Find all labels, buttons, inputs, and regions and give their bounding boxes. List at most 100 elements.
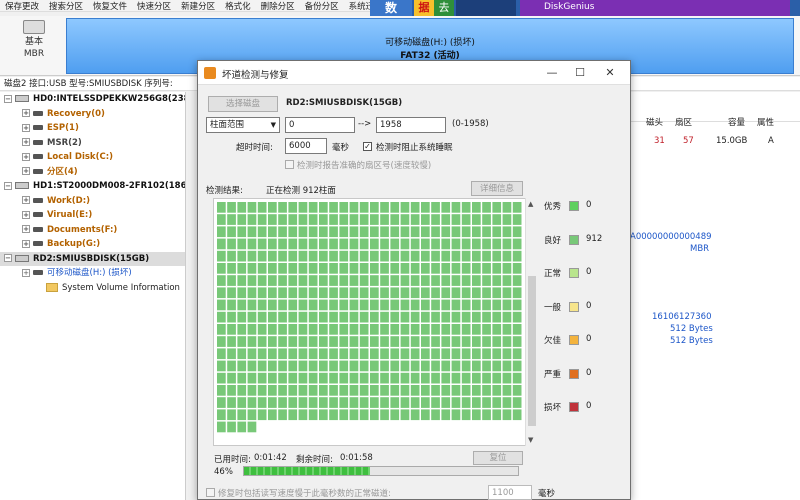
report-sector-label: 检测时报告准确的扇区号(速度较慢) <box>297 161 432 171</box>
scan-block <box>257 250 267 262</box>
scan-block <box>431 299 440 311</box>
minimize-button[interactable]: — <box>540 64 564 82</box>
reset-button[interactable]: 复位 <box>473 451 523 465</box>
expand-icon[interactable]: + <box>22 239 30 248</box>
scroll-up-icon[interactable]: ▲ <box>528 200 533 208</box>
disk-serial: A00000000000489 <box>630 232 712 242</box>
grid-scrollbar[interactable]: ▲ ▼ <box>525 198 537 446</box>
toolbar-item[interactable]: 格式化 <box>220 0 256 12</box>
tree-disk-node[interactable]: − HD1:ST2000DM008-2FR102(1863 <box>0 179 185 194</box>
tree-partition-node[interactable]: + Backup(G:) <box>0 237 185 252</box>
scan-block <box>512 299 522 311</box>
repair-slow-checkbox[interactable] <box>206 488 215 497</box>
scan-block <box>329 324 338 335</box>
tree-partition-node[interactable]: + Local Disk(C:) <box>0 150 185 165</box>
expand-icon[interactable]: + <box>22 210 30 219</box>
tree-partition-node[interactable]: + 可移动磁盘(H:) (损坏) <box>0 266 185 281</box>
toolbar-item[interactable]: 删除分区 <box>256 0 300 12</box>
col-attr: 属性 <box>757 118 775 128</box>
expand-icon[interactable]: + <box>22 109 30 117</box>
tree-partition-node[interactable]: + MSR(2) <box>0 136 185 151</box>
toolbar-item[interactable]: 快速分区 <box>132 0 176 12</box>
scan-block <box>370 275 379 286</box>
scan-block <box>329 214 338 225</box>
scan-block <box>257 409 267 421</box>
tree-partition-node[interactable]: + 分区(4) <box>0 165 185 180</box>
scan-block <box>217 348 226 360</box>
scan-block <box>329 372 338 384</box>
tree-partition-node[interactable]: System Volume Information <box>0 281 185 296</box>
tree-node-label: Local Disk(C:) <box>47 152 113 162</box>
legend-swatch <box>569 402 579 412</box>
details-button[interactable]: 详细信息 <box>471 181 523 196</box>
expand-icon[interactable]: + <box>22 123 30 132</box>
select-disk-button[interactable]: 选择磁盘 <box>208 96 278 112</box>
collapse-icon[interactable]: − <box>4 254 12 262</box>
scan-block <box>451 348 461 360</box>
scan-block <box>359 238 369 250</box>
scan-block <box>461 238 471 250</box>
prevent-sleep-checkbox[interactable]: ✓ <box>363 142 372 151</box>
tree-disk-node[interactable]: − RD2:SMIUSBDISK(15GB) <box>0 251 185 266</box>
scan-block <box>482 226 491 238</box>
range-start-input[interactable]: 0 <box>285 117 355 133</box>
scan-block <box>410 299 420 311</box>
repair-threshold-input[interactable]: 1100 <box>488 485 532 500</box>
scan-block <box>217 397 226 408</box>
toolbar-item[interactable]: 保存更改 <box>0 0 44 12</box>
scan-block <box>370 348 379 360</box>
scan-block <box>410 372 420 384</box>
expand-icon[interactable]: + <box>22 138 30 146</box>
tree-partition-node[interactable]: + Virual(E:) <box>0 208 185 223</box>
scan-block <box>400 238 410 250</box>
scan-block <box>217 385 226 396</box>
scroll-down-icon[interactable]: ▼ <box>528 436 533 444</box>
toolbar-item[interactable]: 恢复文件 <box>88 0 132 12</box>
scan-block <box>370 385 379 396</box>
close-button[interactable]: ✕ <box>598 64 622 82</box>
tree-node-label: Recovery(0) <box>47 108 105 119</box>
scan-block <box>288 263 298 274</box>
scan-block <box>319 348 328 360</box>
legend-label: 损坏 <box>544 403 562 413</box>
scan-block <box>339 250 349 262</box>
toolbar-item[interactable]: 搜索分区 <box>44 0 88 12</box>
scan-block <box>308 287 318 299</box>
scan-block <box>288 409 298 421</box>
cell-sectors: 57 <box>683 136 694 146</box>
collapse-icon[interactable]: − <box>4 181 12 190</box>
tree-partition-node[interactable]: + Work(D:) <box>0 194 185 209</box>
disk-scheme: MBR <box>23 49 45 59</box>
scan-block <box>257 385 267 396</box>
scan-block <box>410 275 420 286</box>
legend-swatch <box>569 368 579 379</box>
scan-block <box>380 226 389 238</box>
scrollbar-thumb[interactable] <box>528 276 536 426</box>
legend-count: 0 <box>586 300 592 311</box>
maximize-button[interactable]: ☐ <box>568 64 592 82</box>
timeout-input[interactable]: 6000 <box>285 138 327 154</box>
range-type-select[interactable]: 柱面范围 ▼ <box>206 117 280 133</box>
scan-block <box>492 336 502 347</box>
tree-disk-node[interactable]: − HD0:INTELSSDPEKKW256G8(238 <box>0 92 185 107</box>
range-end-input[interactable]: 1958 <box>376 117 446 133</box>
tree-partition-node[interactable]: + ESP(1) <box>0 121 185 136</box>
scan-block <box>421 324 430 335</box>
tree-partition-node[interactable]: + Recovery(0) <box>0 107 185 122</box>
expand-icon[interactable]: + <box>22 152 30 161</box>
expand-icon[interactable]: + <box>22 225 30 233</box>
scan-block <box>482 385 491 396</box>
tree-partition-node[interactable]: + Documents(F:) <box>0 223 185 238</box>
scan-block <box>349 336 359 347</box>
report-sector-checkbox[interactable] <box>285 160 294 169</box>
toolbar-item[interactable]: 新建分区 <box>176 0 220 12</box>
scan-block <box>257 287 267 299</box>
toolbar-item[interactable]: 备份分区 <box>300 0 344 12</box>
expand-icon[interactable]: + <box>22 268 30 277</box>
scan-block <box>308 275 318 286</box>
expand-icon[interactable]: + <box>22 196 30 204</box>
scan-block <box>227 214 236 225</box>
scan-block <box>380 385 389 396</box>
expand-icon[interactable]: + <box>22 167 30 175</box>
collapse-icon[interactable]: − <box>4 94 12 103</box>
